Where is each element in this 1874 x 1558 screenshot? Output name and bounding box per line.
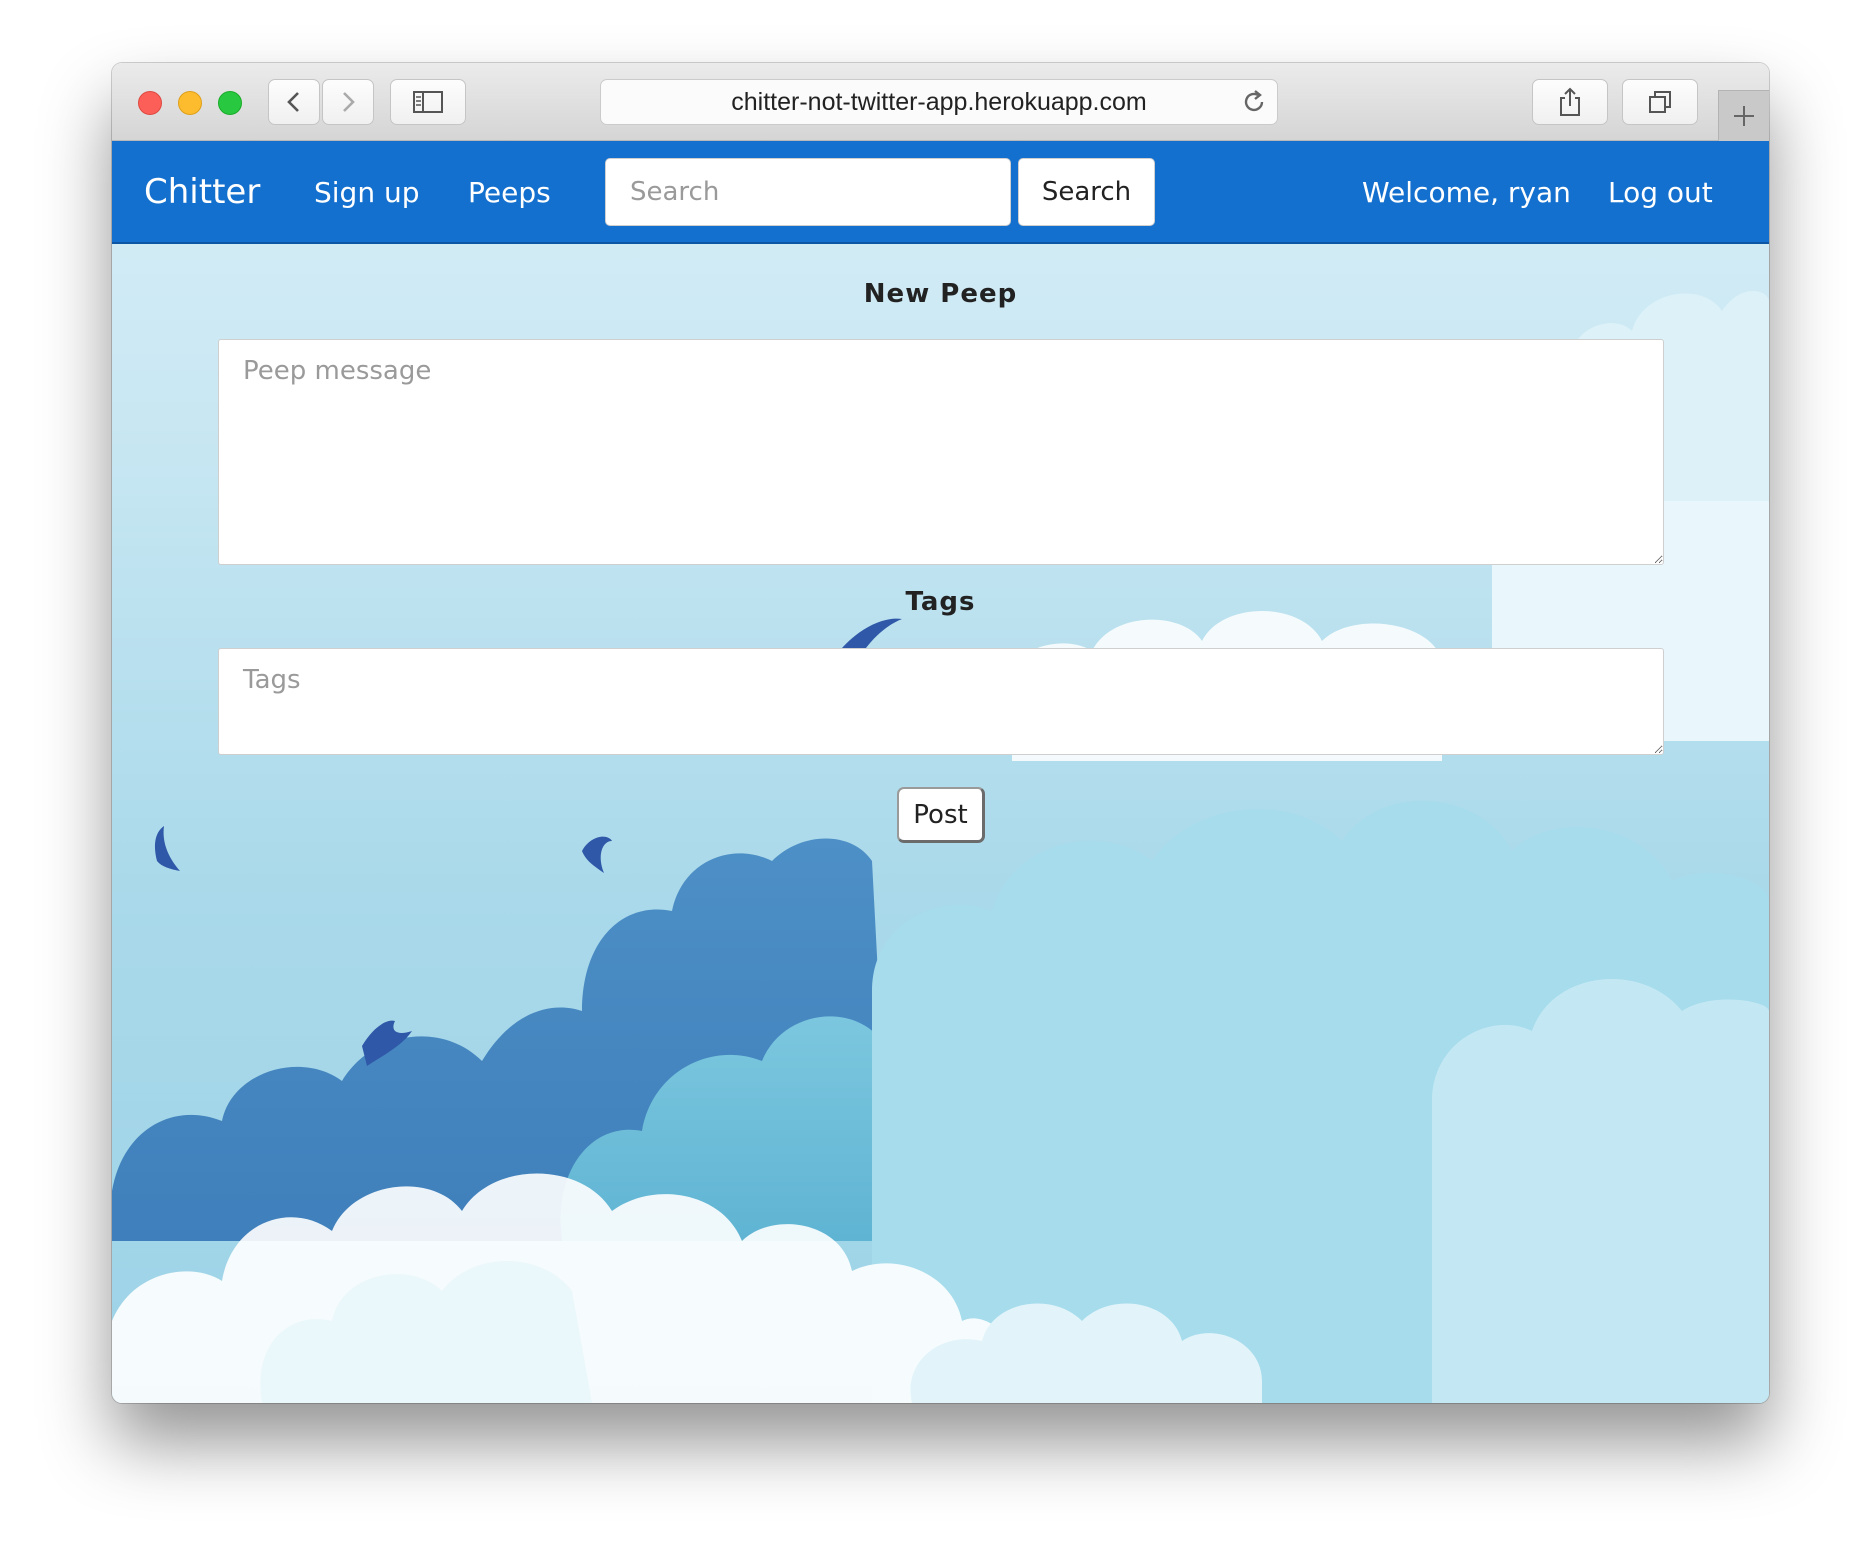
- top-navbar: Chitter Sign up Peeps Search Welcome, ry…: [112, 141, 1769, 244]
- minimize-window-button[interactable]: [178, 91, 202, 115]
- reload-icon[interactable]: [1241, 89, 1267, 115]
- close-window-button[interactable]: [138, 91, 162, 115]
- browser-toolbar: chitter-not-twitter-app.herokuapp.com: [112, 63, 1769, 141]
- share-icon: [1560, 87, 1580, 116]
- new-tab-button[interactable]: [1718, 90, 1769, 141]
- share-button[interactable]: [1532, 79, 1608, 125]
- address-url: chitter-not-twitter-app.herokuapp.com: [731, 88, 1147, 116]
- nav-log-out-link[interactable]: Log out: [1608, 141, 1713, 244]
- page-content: Chitter Sign up Peeps Search Welcome, ry…: [112, 141, 1769, 1403]
- browser-window: chitter-not-twitter-app.herokuapp.com Ch…: [112, 63, 1769, 1403]
- tags-label: Tags: [905, 587, 976, 617]
- nav-sign-up-link[interactable]: Sign up: [314, 141, 420, 244]
- post-button[interactable]: Post: [897, 787, 985, 843]
- search-button[interactable]: Search: [1018, 158, 1155, 226]
- forward-button[interactable]: [322, 79, 374, 125]
- tabs-overview-button[interactable]: [1622, 79, 1698, 125]
- peep-message-textarea[interactable]: [218, 339, 1664, 565]
- tags-textarea[interactable]: [218, 648, 1664, 755]
- back-button[interactable]: [268, 79, 320, 125]
- welcome-text: Welcome, ryan: [1362, 176, 1571, 209]
- new-tab-icon: [1734, 106, 1754, 126]
- tabs-icon: [1649, 91, 1671, 113]
- sidebar-button[interactable]: [390, 79, 466, 125]
- brand-link[interactable]: Chitter: [144, 141, 260, 244]
- sky-background-image: [112, 291, 1769, 1403]
- new-peep-heading: New Peep: [863, 279, 1018, 309]
- forward-icon: [343, 92, 355, 112]
- zoom-window-button[interactable]: [218, 91, 242, 115]
- search-input[interactable]: [605, 158, 1011, 226]
- back-icon: [287, 92, 299, 112]
- sidebar-icon: [413, 91, 443, 113]
- nav-peeps-link[interactable]: Peeps: [468, 141, 551, 244]
- address-bar[interactable]: chitter-not-twitter-app.herokuapp.com: [600, 79, 1278, 125]
